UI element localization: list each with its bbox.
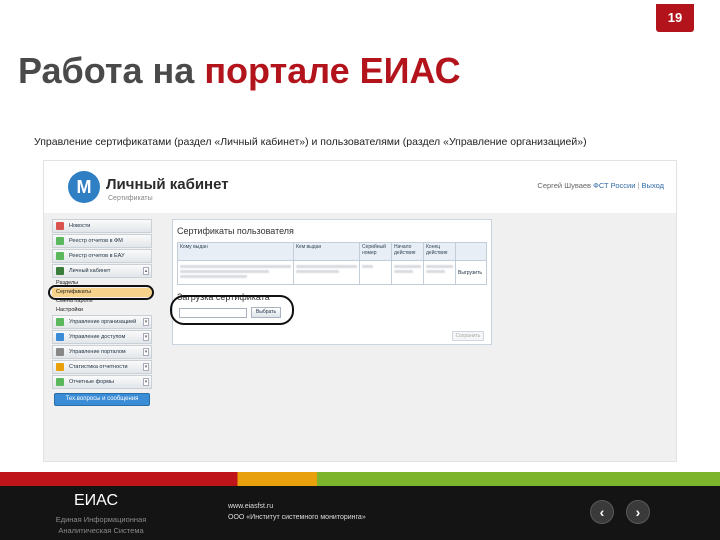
col-issued-by[interactable]: Кем выдан: [293, 242, 360, 261]
footer-org: ООО «Институт системного мониторинга»: [228, 514, 366, 521]
separator: |: [637, 181, 640, 190]
cell-issued-by: [293, 260, 360, 285]
slide-subtitle: Управление сертификатами (раздел «Личный…: [34, 136, 587, 148]
download-link[interactable]: Выгрузить: [458, 270, 482, 276]
sidebar-item-forms[interactable]: Отчетные формы ▾: [52, 375, 152, 389]
sidebar-item-personal-cabinet[interactable]: Личный кабинет ▴: [52, 264, 152, 278]
col-issued-to[interactable]: Кому выдан: [177, 242, 294, 261]
sidebar-item-access[interactable]: Управление доступом ▾: [52, 330, 152, 344]
news-icon: [56, 222, 64, 230]
registry-icon: [56, 252, 64, 260]
cell-end: [423, 260, 456, 285]
sidebar-item-label: Личный кабинет: [69, 268, 111, 274]
col-serial[interactable]: Серийный номер: [359, 242, 392, 261]
sidebar-item-label: Статистика отчетности: [69, 364, 128, 370]
sidebar-item-eau-registry[interactable]: Реестр отчетов в ЕАУ: [52, 249, 152, 263]
expand-arrow-icon[interactable]: ▾: [143, 363, 149, 371]
footer-brand-sub-line1: Единая Информационная: [55, 515, 147, 524]
cell-start: [391, 260, 424, 285]
expand-arrow-icon[interactable]: ▾: [143, 378, 149, 386]
access-icon: [56, 333, 64, 341]
sidebar-item-label: Реестр отчетов в ФМ: [69, 238, 123, 244]
expand-arrow-icon[interactable]: ▾: [143, 333, 149, 341]
sidebar-item-statistics[interactable]: Статистика отчетности ▾: [52, 360, 152, 374]
highlight-oval-upload: [170, 295, 294, 325]
sidebar-sub-settings[interactable]: Настройки: [52, 306, 152, 315]
sidebar-item-fm-registry[interactable]: Реестр отчетов в ФМ: [52, 234, 152, 248]
col-end[interactable]: Конец действия: [423, 242, 456, 261]
chevron-left-icon: ‹: [599, 504, 605, 520]
page-number: 19: [656, 4, 694, 32]
footer-stripe: [0, 472, 720, 486]
registry-icon: [56, 237, 64, 245]
table-header-row: Кому выдан Кем выдан Серийный номер Нача…: [177, 242, 487, 261]
content-panel: Сертификаты пользователя Кому выдан Кем …: [172, 219, 492, 345]
sidebar-item-portal[interactable]: Управление порталом ▾: [52, 345, 152, 359]
user-name-link[interactable]: Сергей Шуваев: [537, 181, 591, 190]
slide-title-part2: портале ЕИАС: [204, 50, 461, 91]
table-row[interactable]: Выгрузить: [177, 260, 487, 285]
sidebar-item-news[interactable]: Новости: [52, 219, 152, 233]
expand-arrow-icon[interactable]: ▾: [143, 318, 149, 326]
footer-brand-sub-line2: Аналитическая Система: [58, 526, 144, 535]
slide-title-part1: Работа на: [18, 50, 205, 91]
collapse-arrow-icon[interactable]: ▴: [143, 267, 149, 275]
portal-icon: [56, 348, 64, 356]
statistics-icon: [56, 363, 64, 371]
footer: ЕИАС Единая Информационная Аналитическая…: [0, 486, 720, 540]
save-button[interactable]: Сохранить: [452, 331, 484, 341]
chevron-right-icon: ›: [635, 504, 641, 520]
portal-logo-icon[interactable]: М: [68, 171, 100, 203]
footer-brand-sub: Единая Информационная Аналитическая Сист…: [26, 514, 176, 536]
expand-arrow-icon[interactable]: ▾: [143, 348, 149, 356]
col-start[interactable]: Начало действия: [391, 242, 424, 261]
tech-questions-button[interactable]: Тех.вопросы и сообщения: [54, 393, 150, 406]
portal-screenshot: М Личный кабинет Сертификаты Сергей Шува…: [43, 160, 677, 462]
slide-title: Работа на портале ЕИАС: [18, 50, 461, 92]
cell-serial: [359, 260, 392, 285]
sidebar-item-label: Управление организацией: [69, 319, 137, 325]
certificates-title: Сертификаты пользователя: [177, 226, 294, 236]
col-action: [455, 242, 487, 261]
footer-brand: ЕИАС: [74, 492, 119, 509]
user-links: Сергей Шуваев ФСТ России | Выход: [537, 181, 664, 190]
sidebar-item-label: Отчетные формы: [69, 379, 115, 385]
footer-site-link[interactable]: www.eiasfst.ru: [228, 503, 273, 510]
sidebar: Новости Реестр отчетов в ФМ Реестр отчет…: [52, 219, 152, 455]
org-link[interactable]: ФСТ России: [593, 181, 635, 190]
org-icon: [56, 318, 64, 326]
portal-header: М Личный кабинет Сертификаты Сергей Шува…: [44, 161, 676, 213]
cell-issued-to: [177, 260, 294, 285]
forms-icon: [56, 378, 64, 386]
sidebar-item-label: Управление доступом: [69, 334, 126, 340]
prev-slide-button[interactable]: ‹: [590, 500, 614, 524]
next-slide-button[interactable]: ›: [626, 500, 650, 524]
user-icon: [56, 267, 64, 275]
cell-action: Выгрузить: [455, 260, 487, 285]
sidebar-item-label: Управление порталом: [69, 349, 126, 355]
exit-link[interactable]: Выход: [642, 181, 664, 190]
highlight-oval-certificates: [48, 285, 154, 300]
sidebar-item-org-management[interactable]: Управление организацией ▾: [52, 315, 152, 329]
sidebar-item-label: Реестр отчетов в ЕАУ: [69, 253, 125, 259]
certificates-table: Кому выдан Кем выдан Серийный номер Нача…: [177, 242, 487, 285]
sidebar-item-label: Новости: [69, 223, 91, 229]
portal-title: Личный кабинет: [106, 176, 229, 193]
portal-subtitle: Сертификаты: [108, 195, 153, 202]
